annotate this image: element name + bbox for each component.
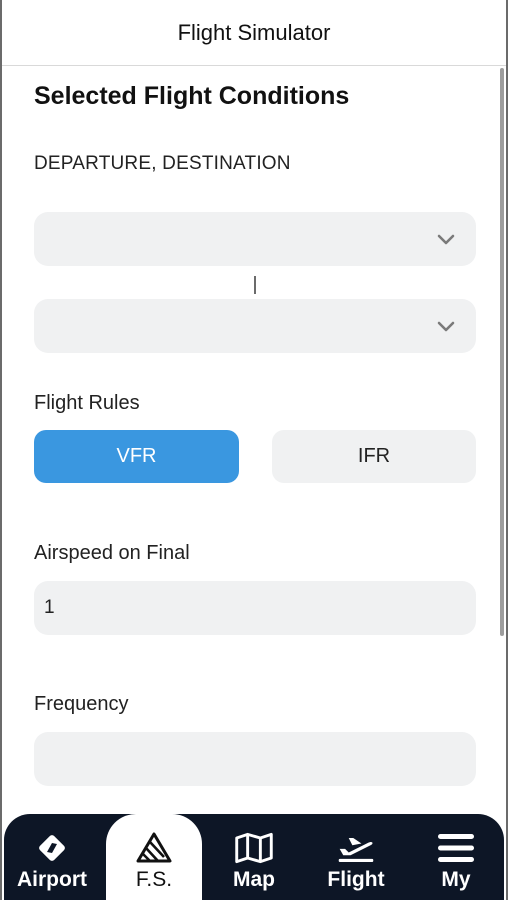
bottom-tab-bar: Airport F.S. Map Flight My [4, 814, 504, 900]
airspeed-label: Airspeed on Final [34, 542, 190, 564]
chevron-down-icon [437, 321, 455, 332]
page-title: Flight Simulator [177, 19, 331, 45]
tab-my[interactable]: My [408, 814, 504, 900]
route-separator [254, 276, 256, 294]
plane-departure-icon [336, 830, 376, 866]
chevron-down-icon [437, 234, 455, 245]
tab-airport[interactable]: Airport [4, 814, 100, 900]
scrollbar[interactable] [500, 68, 504, 636]
header: Flight Simulator [2, 0, 506, 66]
tab-map[interactable]: Map [206, 814, 302, 900]
airport-diamond-icon [32, 830, 72, 866]
map-icon [234, 830, 274, 866]
tab-fs[interactable]: F.S. [106, 814, 202, 900]
airspeed-input[interactable]: 1 [34, 581, 476, 635]
window-border-left [0, 0, 2, 900]
tab-label: Map [233, 868, 275, 891]
frequency-label: Frequency [34, 693, 129, 715]
route-label: DEPARTURE, DESTINATION [34, 153, 291, 174]
destination-select[interactable] [34, 299, 476, 353]
section-title: Selected Flight Conditions [34, 82, 350, 110]
tab-label: Flight [327, 868, 385, 891]
tab-label: Airport [17, 868, 87, 891]
tab-label: My [441, 868, 471, 891]
app-window: Flight Simulator Selected Flight Conditi… [0, 0, 508, 900]
flight-simulator-icon [134, 830, 174, 866]
airspeed-value: 1 [44, 597, 55, 618]
menu-icon [436, 830, 476, 866]
vfr-button[interactable]: VFR [34, 430, 239, 483]
tab-flight[interactable]: Flight [308, 814, 404, 900]
tab-label: F.S. [135, 868, 173, 891]
flight-rules-label: Flight Rules [34, 392, 140, 414]
ifr-button[interactable]: IFR [272, 430, 476, 483]
departure-select[interactable] [34, 212, 476, 266]
frequency-input[interactable] [34, 732, 476, 786]
